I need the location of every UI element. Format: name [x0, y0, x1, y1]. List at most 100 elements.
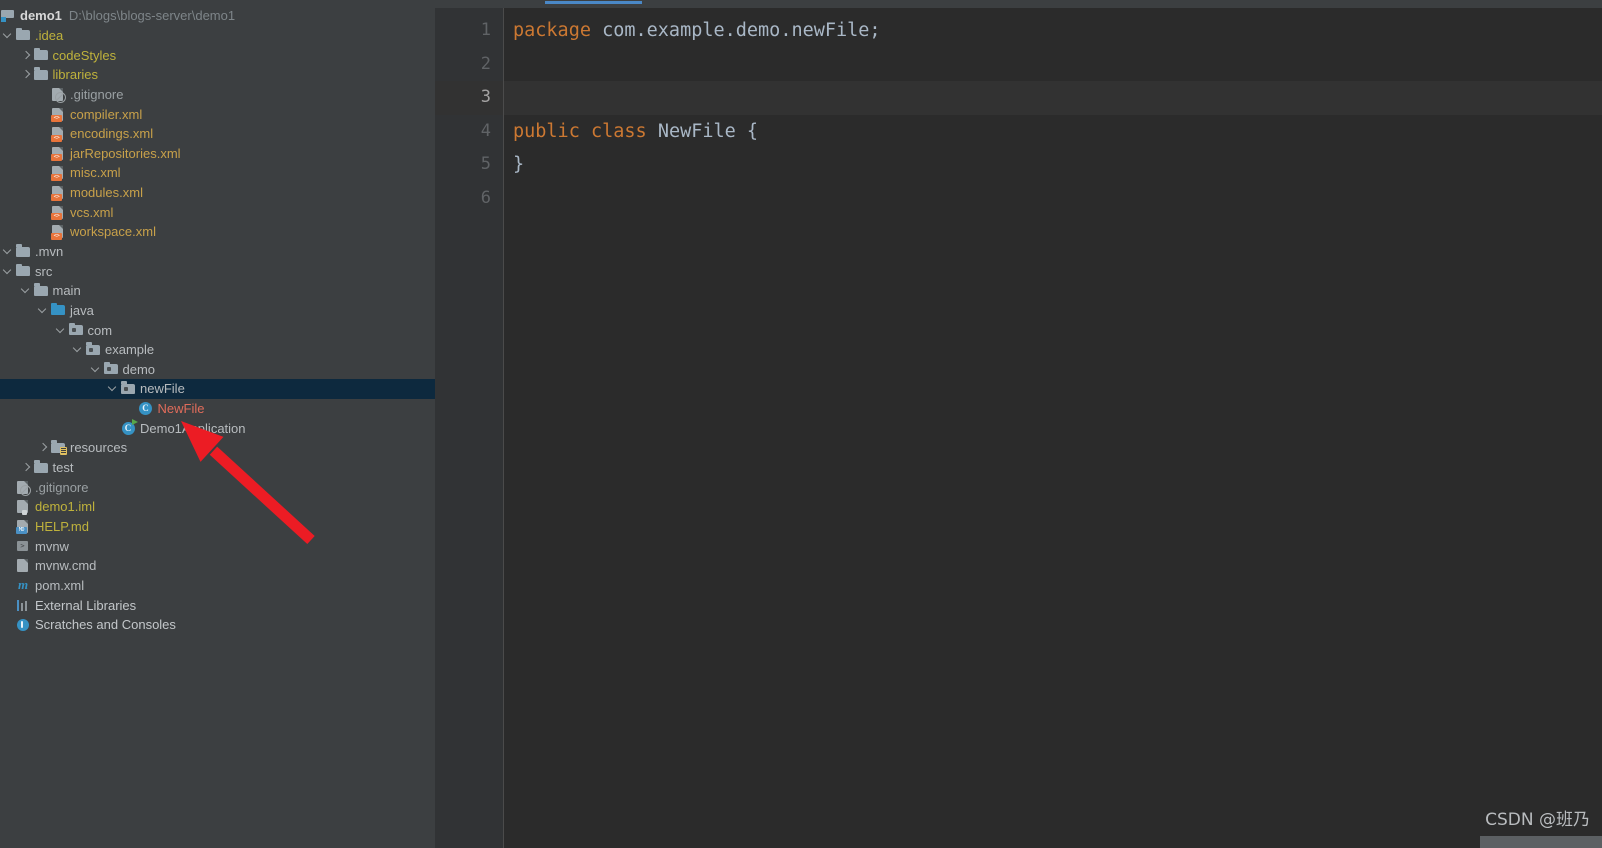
folder-source-icon: [50, 302, 66, 318]
project-root-row[interactable]: demo1 D:\blogs\blogs-server\demo1: [0, 0, 435, 26]
java-class-run-icon: C: [120, 418, 138, 436]
code-line[interactable]: }: [504, 148, 1602, 182]
no-toggle-spacer: [2, 540, 14, 552]
no-toggle-spacer: [125, 403, 137, 415]
code-line-text: }: [513, 154, 525, 175]
no-toggle-spacer: [2, 619, 14, 631]
line-number: 1: [480, 20, 491, 40]
tree-row[interactable]: <> vcs.xml: [0, 202, 435, 222]
code-line[interactable]: public class NewFile {: [504, 115, 1602, 149]
code-line[interactable]: package com.example.demo.newFile;: [504, 14, 1602, 48]
tree-row[interactable]: Scratches and Consoles: [0, 615, 435, 635]
chevron-right-icon[interactable]: [20, 49, 32, 61]
tree-row[interactable]: codeStyles: [0, 45, 435, 65]
no-toggle-spacer: [37, 88, 49, 100]
chevron-down-icon[interactable]: [2, 265, 14, 277]
chevron-down-icon[interactable]: [72, 344, 84, 356]
tree-row[interactable]: com: [0, 320, 435, 340]
chevron-down-icon[interactable]: [55, 324, 67, 336]
no-toggle-spacer: [37, 147, 49, 159]
tree-row[interactable]: main: [0, 281, 435, 301]
folder-icon: [33, 67, 49, 83]
code-line[interactable]: [504, 81, 1602, 115]
tree-row[interactable]: External Libraries: [0, 595, 435, 615]
file-xml-icon: <>: [50, 185, 66, 201]
tree-row[interactable]: C NewFile: [0, 399, 435, 419]
csdn-watermark: CSDN @班乃: [1485, 810, 1590, 830]
chevron-right-icon[interactable]: [20, 462, 32, 474]
tree-row[interactable]: java: [0, 301, 435, 321]
tree-item-label: NewFile: [157, 401, 205, 417]
no-toggle-spacer: [37, 187, 49, 199]
code-editor[interactable]: package com.example.demo.newFile; public …: [504, 8, 1602, 848]
folder-package-icon: [120, 381, 136, 397]
tree-row[interactable]: .gitignore: [0, 477, 435, 497]
no-toggle-spacer: [2, 481, 14, 493]
file-xml-icon: <>: [50, 204, 66, 221]
tree-row[interactable]: MD HELP.md: [0, 517, 435, 537]
bottom-right-block: [1480, 836, 1602, 848]
tree-item-label: demo: [122, 361, 156, 377]
tree-row[interactable]: <> jarRepositories.xml: [0, 143, 435, 163]
tree-row[interactable]: <> modules.xml: [0, 183, 435, 203]
tree-row[interactable]: demo1.iml: [0, 497, 435, 517]
tree-row[interactable]: example: [0, 340, 435, 360]
file-xml-icon: <>: [50, 165, 66, 181]
editor-tab-strip[interactable]: [435, 0, 1602, 8]
tree-row[interactable]: test: [0, 458, 435, 478]
tree-row[interactable]: <> encodings.xml: [0, 124, 435, 144]
tree-row[interactable]: > mvnw: [0, 536, 435, 556]
no-toggle-spacer: [2, 501, 14, 513]
tree-row[interactable]: .mvn: [0, 242, 435, 262]
tree-row[interactable]: newFile: [0, 379, 435, 399]
tree-row[interactable]: m pom.xml: [0, 576, 435, 596]
tree-item-label: mvnw.cmd: [35, 558, 97, 574]
code-line[interactable]: [504, 48, 1602, 82]
code-line[interactable]: [504, 182, 1602, 216]
folder-package-icon: [103, 361, 119, 377]
gutter-line: 1: [435, 14, 503, 48]
tree-row[interactable]: <> misc.xml: [0, 163, 435, 183]
tree-item-label: compiler.xml: [70, 106, 143, 122]
file-iml-icon: [15, 499, 31, 515]
tree-item-label: .gitignore: [70, 86, 124, 102]
tree-item-label: src: [35, 263, 53, 279]
tree-row[interactable]: libraries: [0, 65, 435, 85]
tree-row[interactable]: src: [0, 261, 435, 281]
project-name: demo1: [20, 8, 62, 24]
project-tool-window: demo1 D:\blogs\blogs-server\demo1 .idea c…: [0, 0, 435, 848]
tree-row[interactable]: C Demo1Application: [0, 418, 435, 438]
chevron-down-icon[interactable]: [2, 246, 14, 258]
chevron-right-icon[interactable]: [20, 69, 32, 81]
tree-row[interactable]: resources: [0, 438, 435, 458]
line-number: 2: [480, 53, 491, 74]
tree-row[interactable]: .gitignore: [0, 85, 435, 105]
no-toggle-spacer: [37, 128, 49, 140]
tree-row[interactable]: <> workspace.xml: [0, 222, 435, 242]
external-libraries-icon: [15, 597, 31, 613]
file-tree: .idea codeStyles libraries .gitignore <> comp…: [0, 26, 435, 635]
tree-item-label: newFile: [140, 381, 185, 397]
gutter-line: 2: [435, 48, 503, 82]
chevron-right-icon[interactable]: [37, 442, 49, 454]
editor-gutter[interactable]: 1 2 3 4 5 6: [435, 8, 503, 848]
chevron-down-icon[interactable]: [2, 29, 14, 41]
chevron-down-icon[interactable]: [37, 304, 49, 316]
chevron-down-icon[interactable]: [20, 285, 32, 297]
no-toggle-spacer: [2, 520, 14, 532]
tree-row[interactable]: demo: [0, 360, 435, 380]
tree-item-label: .gitignore: [35, 479, 89, 495]
tree-row[interactable]: <> compiler.xml: [0, 104, 435, 124]
tree-row[interactable]: mvnw.cmd: [0, 556, 435, 576]
tree-item-label: java: [70, 302, 94, 318]
no-toggle-spacer: [37, 226, 49, 238]
java-class-icon: C: [138, 401, 154, 417]
chevron-down-icon[interactable]: [90, 363, 102, 375]
chevron-down-icon[interactable]: [107, 383, 119, 395]
tree-row[interactable]: .idea: [0, 26, 435, 46]
